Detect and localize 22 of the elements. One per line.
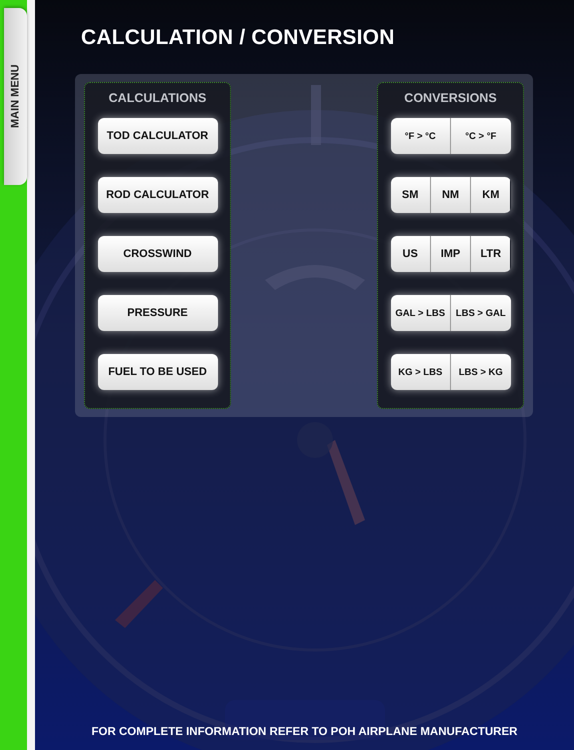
calculator-button[interactable]: FUEL TO BE USED [98,354,218,390]
conversion-button[interactable]: LTR [470,236,510,272]
conversion-button[interactable]: °F > °C [390,118,450,154]
calculator-button[interactable]: TOD CALCULATOR [98,118,218,154]
conversion-button[interactable]: KM [470,177,510,213]
conversion-button[interactable]: SM [390,177,430,213]
column-heading: CONVERSIONS [404,91,497,105]
conversion-button[interactable]: LBS > KG [450,354,510,390]
conversion-button[interactable]: GAL > LBS [390,295,450,331]
column-heading: CALCULATIONS [108,91,206,105]
conversion-button[interactable]: KG > LBS [390,354,450,390]
conversion-button[interactable]: NM [430,177,470,213]
conversion-button[interactable]: IMP [430,236,470,272]
conversion-button[interactable]: US [390,236,430,272]
conversion-button[interactable]: LBS > GAL [450,295,510,331]
calculator-button[interactable]: PRESSURE [98,295,218,331]
page-title: CALCULATION / CONVERSION [81,26,396,50]
footer-note: FOR COMPLETE INFORMATION REFER TO POH AIRPLANE MANUFACTURER [90,726,518,738]
calculator-button[interactable]: CROSSWIND [98,236,218,272]
calculator-button[interactable]: ROD CALCULATOR [98,177,218,213]
main-menu-tab[interactable]: MAIN MENU [4,8,27,185]
conversion-button[interactable]: °C > °F [450,118,510,154]
